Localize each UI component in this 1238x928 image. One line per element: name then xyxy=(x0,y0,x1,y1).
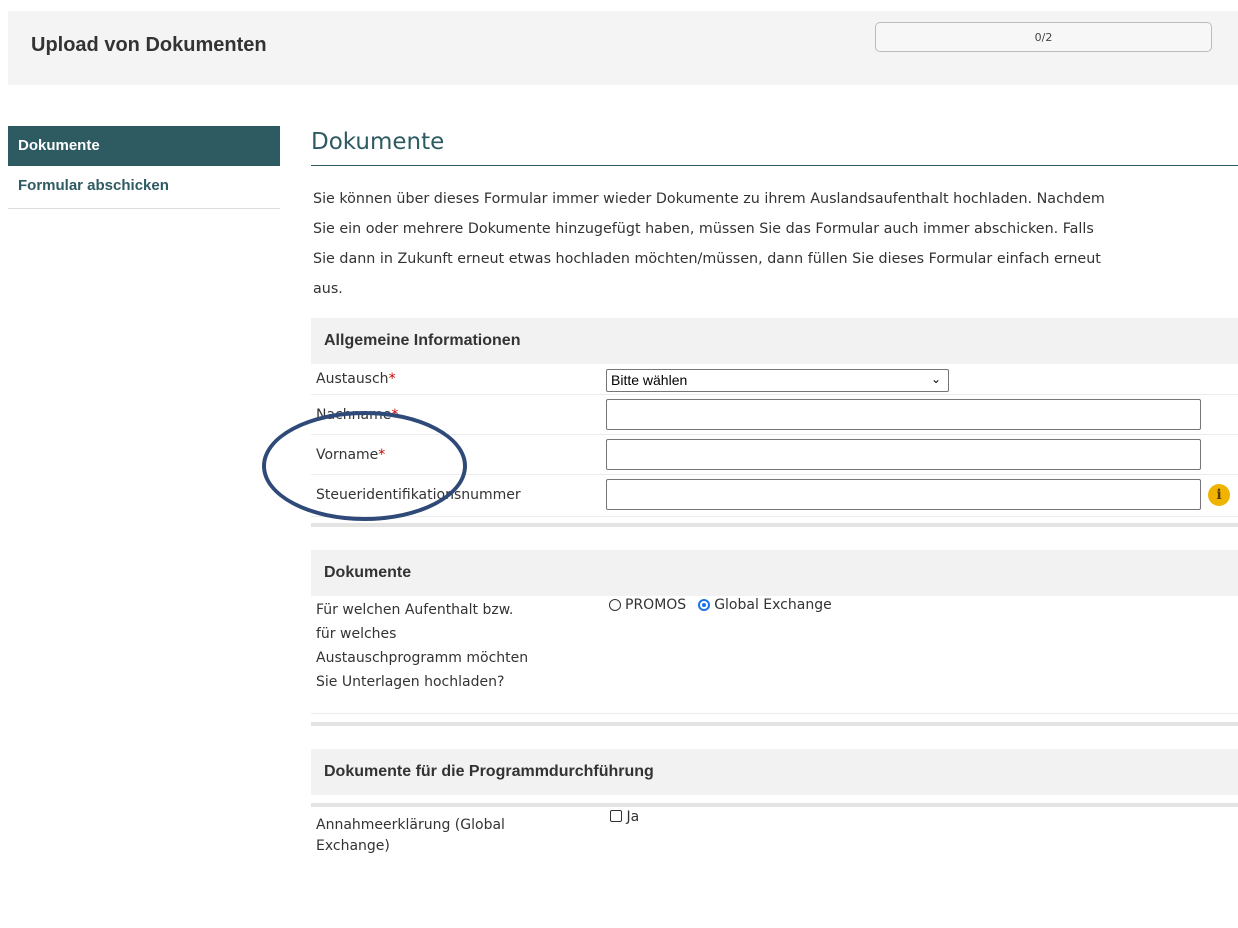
progress-label: 0/2 xyxy=(1034,30,1053,44)
program-docs-section-title: Dokumente für die Programmdurchführung xyxy=(311,749,1238,795)
sidebar-item-dokumente[interactable]: Dokumente xyxy=(8,126,280,166)
steuer-input[interactable] xyxy=(606,479,1201,510)
nachname-label: Nachname* xyxy=(316,407,399,423)
radio-promos-label: PROMOS xyxy=(625,597,687,613)
section-divider xyxy=(311,722,1238,726)
intro-line: Sie ein oder mehrere Dokumente hinzugefü… xyxy=(313,221,1094,237)
annahme-checkbox-label: Ja xyxy=(626,809,640,825)
documents-section-title: Dokumente xyxy=(311,550,1238,596)
annahme-checkbox-wrapper: Ja xyxy=(610,809,639,825)
austausch-row: Austausch* Bitte wählen ⌄ xyxy=(311,364,1238,395)
sidebar: Dokumente Formular abschicken xyxy=(8,126,280,209)
austausch-label: Austausch* xyxy=(316,371,396,387)
austausch-select-value: Bitte wählen xyxy=(611,372,688,388)
annahme-label: Annahmeerklärung (Global Exchange) xyxy=(316,817,505,854)
page-title: Upload von Dokumenten xyxy=(31,34,267,56)
chevron-down-icon: ⌄ xyxy=(930,372,941,386)
intro-line: Sie können über dieses Formular immer wi… xyxy=(313,191,1105,207)
main-content: Dokumente Sie können über dieses Formula… xyxy=(311,126,1238,867)
nachname-input[interactable] xyxy=(606,399,1201,430)
vorname-input[interactable] xyxy=(606,439,1201,470)
annahme-row: Annahmeerklärung (Global Exchange) Ja xyxy=(311,807,1238,867)
program-radio-group: PROMOS Global Exchange xyxy=(609,597,832,613)
sidebar-item-formular-abschicken[interactable]: Formular abschicken xyxy=(8,166,280,209)
annahme-checkbox[interactable] xyxy=(610,810,622,822)
info-icon[interactable]: i xyxy=(1208,484,1230,506)
program-question: Für welchen Aufenthalt bzw. für welches … xyxy=(316,602,529,690)
required-marker: * xyxy=(378,447,386,463)
vorname-row: Vorname* xyxy=(311,435,1238,475)
vorname-label: Vorname* xyxy=(316,447,386,463)
required-marker: * xyxy=(391,407,399,423)
radio-promos[interactable] xyxy=(609,599,621,611)
steuer-label: Steueridentifikationsnummer xyxy=(316,487,521,503)
program-choice-row: Für welchen Aufenthalt bzw. für welches … xyxy=(311,596,1238,714)
intro-line: aus. xyxy=(313,281,343,297)
steuer-row: Steueridentifikationsnummer i xyxy=(311,475,1238,517)
intro-line: Sie dann in Zukunft erneut etwas hochlad… xyxy=(313,251,1101,267)
radio-global-exchange-label: Global Exchange xyxy=(714,597,832,613)
required-marker: * xyxy=(388,371,396,387)
documents-section: Dokumente Für welchen Aufenthalt bzw. fü… xyxy=(311,550,1238,726)
nachname-row: Nachname* xyxy=(311,395,1238,435)
general-section: Allgemeine Informationen Austausch* Bitt… xyxy=(311,318,1238,527)
section-title: Dokumente xyxy=(311,126,1238,166)
progress-indicator: 0/2 xyxy=(875,22,1212,52)
radio-global-exchange[interactable] xyxy=(698,599,711,611)
section-divider xyxy=(311,523,1238,527)
program-docs-section: Dokumente für die Programmdurchführung A… xyxy=(311,749,1238,867)
general-section-title: Allgemeine Informationen xyxy=(311,318,1238,364)
austausch-select[interactable]: Bitte wählen ⌄ xyxy=(606,369,949,392)
intro-text: Sie können über dieses Formular immer wi… xyxy=(313,184,1238,304)
